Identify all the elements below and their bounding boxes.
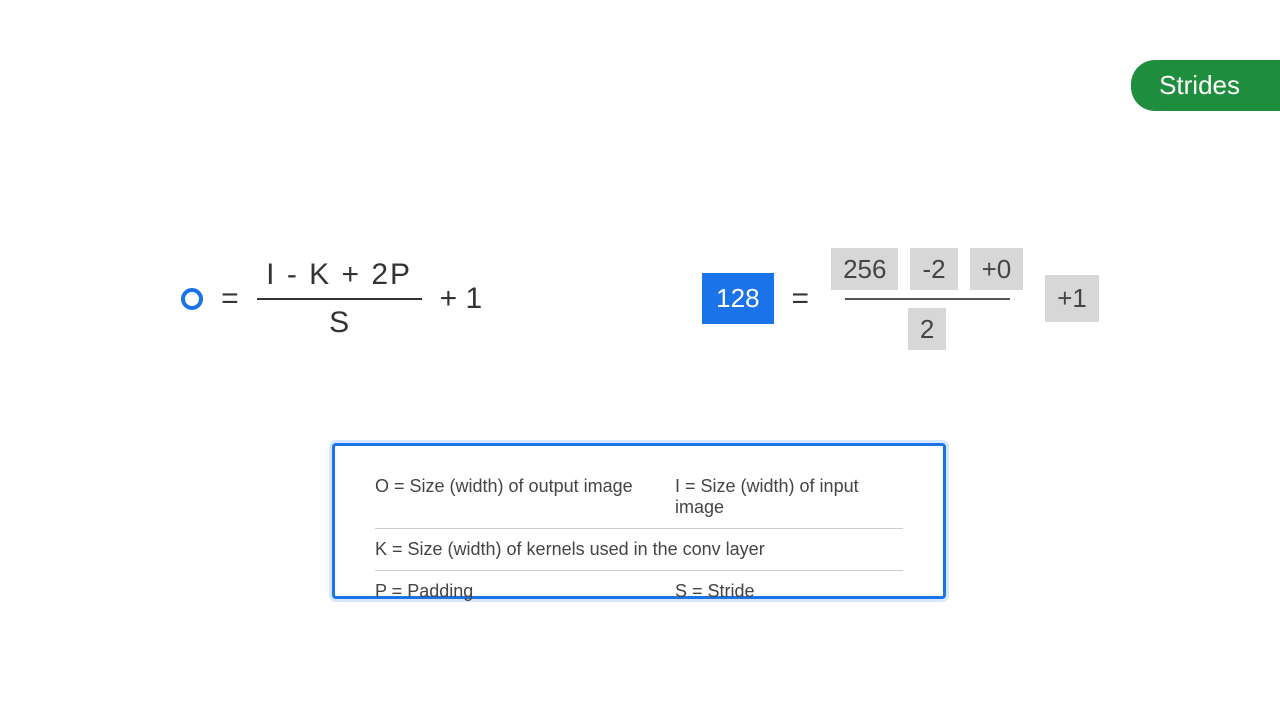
equals-sign-2: = — [792, 282, 810, 316]
value-I: 256 — [831, 248, 898, 290]
numeric-plus-one: +1 — [1045, 275, 1099, 322]
legend-row-2: K = Size (width) of kernels used in the … — [375, 529, 903, 571]
numeric-denominator: 2 — [904, 300, 950, 358]
numeric-fraction: 256 -2 +0 2 — [827, 240, 1027, 358]
numeric-numerator: 256 -2 +0 — [827, 240, 1027, 298]
formula-fraction: I - K + 2P S — [257, 252, 422, 346]
legend-P: P = Padding — [375, 581, 675, 602]
legend-S: S = Stride — [675, 581, 903, 602]
equations-area: = I - K + 2P S + 1 128 = 256 -2 +0 2 +1 — [0, 240, 1280, 358]
legend-row-1: O = Size (width) of output image I = Siz… — [375, 466, 903, 529]
output-circle-icon — [181, 288, 203, 310]
formula-numerator: I - K + 2P — [262, 252, 416, 298]
formula-denominator: S — [325, 300, 353, 346]
legend-K: K = Size (width) of kernels used in the … — [375, 539, 903, 560]
legend-row-3: P = Padding S = Stride — [375, 571, 903, 612]
legend-I: I = Size (width) of input image — [675, 476, 903, 518]
strides-pill: Strides — [1131, 60, 1280, 111]
legend-box: O = Size (width) of output image I = Siz… — [332, 443, 946, 599]
formula-numeric: 128 = 256 -2 +0 2 +1 — [702, 240, 1099, 358]
value-S: 2 — [908, 308, 946, 350]
result-box: 128 — [702, 273, 773, 324]
equals-sign: = — [221, 282, 239, 316]
formula-plus-one: + 1 — [440, 282, 483, 316]
value-minus-K: -2 — [910, 248, 957, 290]
legend-O: O = Size (width) of output image — [375, 476, 675, 518]
formula-symbolic: = I - K + 2P S + 1 — [181, 240, 482, 358]
value-plus-2P: +0 — [970, 248, 1024, 290]
